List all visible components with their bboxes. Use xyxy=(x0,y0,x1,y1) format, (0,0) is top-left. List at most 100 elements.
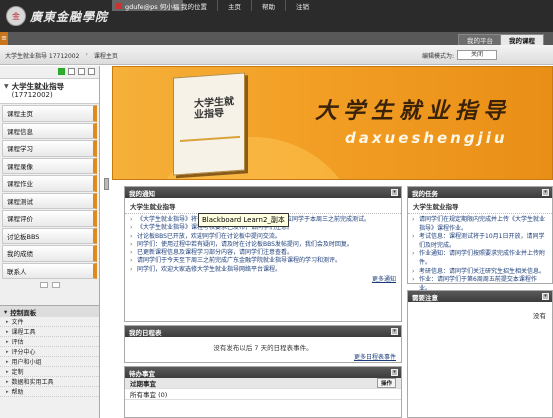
nav-my-location[interactable]: 我的位置 xyxy=(170,0,217,11)
nav-logout[interactable]: 注销 xyxy=(285,0,319,11)
todo-table-header: 过期事宜 操作 xyxy=(125,378,401,389)
course-menu-sidebar: ▼ 大学生就业指导 (17712002) 课程主页 课程信息 课程学习 课程录像… xyxy=(0,66,100,418)
task-list: 请同学们在规定期限内完成并上传《大学生就业指导》课程作业。 考试信息：课程测试将… xyxy=(408,214,552,295)
panel-item-customization[interactable]: ▸ 定制 xyxy=(0,367,99,377)
panel-item-label: 文件 xyxy=(11,319,24,326)
sidebar-item-course-test[interactable]: 课程测试 xyxy=(2,192,97,209)
edit-mode-label: 编辑模式为: xyxy=(422,52,455,60)
sidebar-item-course-study[interactable]: 课程学习 xyxy=(2,140,97,157)
nav-home[interactable]: 主页 xyxy=(217,0,251,11)
book-title: 大学生就业指导 xyxy=(194,96,234,122)
module-options-icon[interactable]: ▾ xyxy=(542,293,549,300)
sidebar-item-my-grades[interactable]: 我的成绩 xyxy=(2,245,97,262)
breadcrumb-course[interactable]: 大学生就业指导 17712002 xyxy=(5,51,79,60)
tasks-module: 我的任务 ▾ 大学生就业指导 请同学们在规定期限内完成并上传《大学生就业指导》课… xyxy=(407,186,553,292)
edit-mode-toggle[interactable]: 关闭 xyxy=(457,50,498,60)
panel-item-users-groups[interactable]: ▸ 用户和小组 xyxy=(0,357,99,367)
school-name: 廣東金融學院 xyxy=(30,9,109,24)
panel-item-course-tools[interactable]: ▸ 课程工具 xyxy=(0,327,99,337)
needs-attention-title: 需要注意 xyxy=(412,293,438,302)
course-code: (17712002) xyxy=(11,91,53,99)
collapse-arrow-icon[interactable]: ▼ xyxy=(4,82,9,100)
window-icon[interactable] xyxy=(88,68,95,75)
panel-item-grade-center[interactable]: ▸ 评分中心 xyxy=(0,347,99,357)
edit-mode: 编辑模式为: 关闭 xyxy=(422,50,498,60)
module-options-icon[interactable]: ▾ xyxy=(391,328,398,335)
calendar-empty-text: 没有发布以后 7 天的日程表事件。 xyxy=(213,344,313,352)
tooltip: Blackboard Learn2_副本 xyxy=(198,213,289,227)
needs-attention-empty: 没有 xyxy=(533,312,546,320)
course-title-text: 大学生就业指导 (17712002) xyxy=(12,82,65,100)
module-options-icon[interactable]: ▾ xyxy=(391,189,398,196)
calendar-module: 我的日程表 ▾ 没有发布以后 7 天的日程表事件。 更多日程表事件 xyxy=(124,325,402,363)
app-header: 金 廣東金融學院 gdufe@ps 何小福 我的位置 主页 帮助 注销 xyxy=(0,0,553,32)
sidebar-item-course-video[interactable]: 课程录像 xyxy=(2,157,97,174)
breadcrumb: 大学生就业指导 17712002 › 课程主页 xyxy=(5,51,118,60)
folder-view-icon[interactable] xyxy=(78,68,85,75)
banner-pinyin: daxueshengjiu xyxy=(345,129,508,147)
expand-arrow-icon: ▸ xyxy=(6,358,9,365)
panel-item-data-utilities[interactable]: ▸ 数据和实用工具 xyxy=(0,377,99,387)
sidebar-item-course-info[interactable]: 课程信息 xyxy=(2,122,97,139)
announcements-module: 我的通知 ▾ 大学生就业指导 《大学生就业指导》将于10月1日开放"课程测试"，… xyxy=(124,186,402,322)
school-logo[interactable]: 金 廣東金融學院 xyxy=(6,4,108,28)
sidebar-scroll-down-icon[interactable] xyxy=(51,282,60,288)
expand-arrow-icon: ▾ xyxy=(4,307,8,316)
more-calendar-link[interactable]: 更多日程表事件 xyxy=(125,352,401,361)
menu-icon[interactable]: ≡ xyxy=(0,32,8,45)
expand-arrow-icon: ▸ xyxy=(6,378,9,385)
sidebar-tools xyxy=(0,66,99,78)
panel-item-help[interactable]: ▸ 帮助 xyxy=(0,387,99,397)
course-title[interactable]: ▼ 大学生就业指导 (17712002) xyxy=(0,78,99,104)
expand-arrow-icon: ▸ xyxy=(6,348,9,355)
add-menu-item-icon[interactable] xyxy=(58,68,65,75)
panel-item-label: 定制 xyxy=(11,369,24,376)
panel-item-label: 帮助 xyxy=(11,389,24,396)
announcement-item[interactable]: 同学们，欢迎大家选修大学生就业指导网络平台课程。 xyxy=(130,266,396,275)
school-seal-icon: 金 xyxy=(6,6,26,26)
nav-help[interactable]: 帮助 xyxy=(251,0,285,11)
announcements-course: 大学生就业指导 xyxy=(125,198,401,214)
needs-attention-header: 需要注意 ▾ xyxy=(408,291,552,302)
control-panel-header[interactable]: ▾ 控制面板 xyxy=(0,305,99,317)
sidebar-item-discussion-bbs[interactable]: 讨论板BBS xyxy=(2,227,97,244)
sidebar-item-course-homework[interactable]: 课程作业 xyxy=(2,175,97,192)
calendar-title: 我的日程表 xyxy=(129,328,162,337)
announcement-item[interactable]: 讨论板BBS已开放，欢迎同学们在讨论板中提问交流。 xyxy=(130,233,396,242)
module-options-icon[interactable]: ▾ xyxy=(391,369,398,376)
sidebar-item-course-home[interactable]: 课程主页 xyxy=(2,105,97,122)
todo-header: 待办事宜 ▾ xyxy=(125,367,401,378)
expand-arrow-icon: ▸ xyxy=(6,318,9,325)
announcements-title: 我的通知 xyxy=(129,189,155,198)
tab-my-platform[interactable]: 我的平台 xyxy=(458,34,502,45)
course-name: 大学生就业指导 xyxy=(11,82,65,91)
panel-item-label: 数据和实用工具 xyxy=(11,379,54,386)
sidebar-item-contacts[interactable]: 联系人 xyxy=(2,262,97,279)
todo-ops-button[interactable]: 操作 xyxy=(376,378,396,388)
todo-title: 待办事宜 xyxy=(129,369,155,378)
task-item[interactable]: 考试信息：课程测试将于10月1日开放，请同学们及时完成。 xyxy=(412,233,548,250)
sidebar-scroll-up-icon[interactable] xyxy=(39,282,48,288)
task-item[interactable]: 请同学们在规定期限内完成并上传《大学生就业指导》课程作业。 xyxy=(412,216,548,233)
breadcrumb-page: 课程主页 xyxy=(93,53,118,60)
expand-arrow-icon: ▸ xyxy=(6,338,9,345)
user-icon xyxy=(116,2,122,9)
todo-col-due: 过期事宜 xyxy=(130,380,156,388)
sidebar-item-course-evaluation[interactable]: 课程评价 xyxy=(2,210,97,227)
calendar-header: 我的日程表 ▾ xyxy=(125,326,401,337)
panel-item-files[interactable]: ▸ 文件 xyxy=(0,317,99,327)
todo-all-items[interactable]: 所有事宜 (0) xyxy=(125,389,401,400)
panel-item-evaluation[interactable]: ▸ 评估 xyxy=(0,337,99,347)
banner-title: 大学生就业指导 xyxy=(315,98,512,124)
more-announcements-link[interactable]: 更多通知 xyxy=(125,274,401,283)
panel-item-label: 课程工具 xyxy=(11,329,36,336)
tab-my-courses[interactable]: 我的课程 xyxy=(500,34,544,45)
sidebar-collapse-handle[interactable] xyxy=(104,178,109,190)
task-item[interactable]: 作业通知：请同学们按照要求完成作业并上传附件。 xyxy=(412,250,548,267)
module-options-icon[interactable]: ▾ xyxy=(542,189,549,196)
announcement-item[interactable]: 请同学们于今天至下周三之前完成广东金融学院就业指导课程的学习和测评。 xyxy=(130,257,396,266)
tasks-header: 我的任务 ▾ xyxy=(408,187,552,198)
refresh-icon[interactable] xyxy=(68,68,75,75)
announcement-item[interactable]: 同学们：使用过程中若有疑问，请及时在讨论板BBS发帖提问，我们会及时回复。 xyxy=(130,241,396,250)
task-item[interactable]: 考研信息：请同学们关注研究生招生相关信息。 xyxy=(412,268,548,277)
